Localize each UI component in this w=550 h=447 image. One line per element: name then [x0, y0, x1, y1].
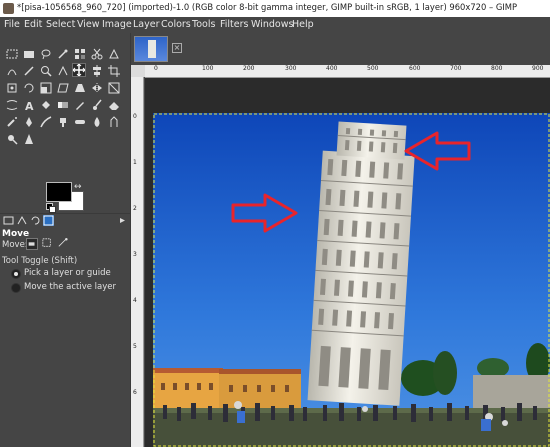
image-tabs-bar: ×	[131, 33, 550, 65]
hruler-label: 900	[532, 65, 544, 72]
menu-layer[interactable]: Layer	[133, 19, 160, 30]
text-icon[interactable]: A	[22, 98, 36, 112]
move-layer-mode-icon[interactable]	[26, 238, 38, 250]
pick-layer-label: Pick a layer or guide	[24, 268, 111, 278]
menu-view[interactable]: View	[77, 19, 100, 30]
close-image-tab-icon[interactable]: ×	[172, 43, 182, 53]
rect-select-icon[interactable]	[5, 47, 19, 61]
menu-help[interactable]: Help	[292, 19, 314, 30]
hruler-label: 300	[285, 65, 297, 72]
menu-image[interactable]: Image	[102, 19, 132, 30]
images-tab-icon[interactable]	[43, 215, 54, 226]
scale-icon[interactable]	[39, 81, 53, 95]
move-active-layer-label: Move the active layer	[24, 282, 117, 292]
fuzzy-select-icon[interactable]	[56, 47, 70, 61]
select-by-color-icon[interactable]	[73, 47, 87, 61]
hruler-label: 0	[154, 65, 158, 72]
hruler-label: 200	[243, 65, 255, 72]
paintbrush-icon[interactable]	[90, 98, 104, 112]
lasso-icon[interactable]	[39, 47, 53, 61]
unified-transform-icon[interactable]	[5, 81, 19, 95]
default-colors-icon[interactable]	[46, 203, 56, 213]
toolbox-panel: A ↔ Move Move: Tool Toggle (Shift) Pick …	[0, 33, 131, 447]
vruler-label: 5	[133, 343, 137, 350]
menu-colors[interactable]: Colors	[161, 19, 191, 30]
swap-colors-icon[interactable]: ↔	[74, 182, 82, 192]
menu-filters[interactable]: Filters	[220, 19, 248, 30]
crop-icon[interactable]	[107, 64, 121, 78]
pencil-icon[interactable]	[73, 98, 87, 112]
move-mode-label: Move:	[2, 240, 28, 250]
menu-windows[interactable]: Windows	[251, 19, 293, 30]
color-picker-icon[interactable]	[22, 64, 36, 78]
svg-text:A: A	[25, 100, 34, 111]
vruler-label: 4	[133, 297, 137, 304]
clone-icon[interactable]	[56, 115, 70, 129]
foreground-color-swatch[interactable]	[46, 182, 72, 202]
window-title: *[pisa-1056568_960_720] (imported)-1.0 (…	[17, 2, 518, 12]
menu-tools[interactable]: Tools	[192, 19, 215, 30]
zoom-icon[interactable]	[39, 64, 53, 78]
scissors-icon[interactable]	[90, 47, 104, 61]
measure-icon[interactable]	[56, 64, 70, 78]
perspective-icon[interactable]	[73, 81, 87, 95]
mypaint-brush-icon[interactable]	[39, 115, 53, 129]
hruler-label: 700	[450, 65, 462, 72]
ellipse-select-icon[interactable]	[22, 47, 36, 61]
sharpen-icon[interactable]	[22, 132, 36, 146]
dock-tabs	[0, 213, 130, 228]
pisa-tower-photo	[153, 113, 550, 447]
move-path-mode-icon[interactable]	[58, 238, 70, 250]
gradient-icon[interactable]	[56, 98, 70, 112]
eraser-icon[interactable]	[107, 98, 121, 112]
vruler-label: 0	[133, 113, 137, 120]
vruler-label: 6	[133, 389, 137, 396]
color-swatches: ↔	[46, 182, 86, 214]
move-selection-mode-icon[interactable]	[42, 238, 54, 250]
hruler-label: 500	[367, 65, 379, 72]
image-canvas[interactable]	[153, 113, 550, 447]
menu-file[interactable]: File	[4, 19, 20, 30]
tool-options-tab-icon[interactable]	[3, 215, 14, 226]
airbrush-icon[interactable]	[5, 115, 19, 129]
tool-toggle-label: Tool Toggle (Shift)	[2, 256, 78, 266]
hruler-label: 600	[409, 65, 421, 72]
gimp-app-icon	[3, 3, 14, 14]
ruler-corner[interactable]	[131, 65, 145, 77]
vertical-ruler[interactable]: 0 1 2 3 4 5 6	[131, 77, 144, 447]
move-active-layer-radio[interactable]	[11, 283, 21, 293]
vruler-label: 2	[133, 205, 137, 212]
hruler-label: 800	[491, 65, 503, 72]
hruler-label: 400	[326, 65, 338, 72]
menu-select[interactable]: Select	[46, 19, 75, 30]
vruler-label: 3	[133, 251, 137, 258]
cage-icon[interactable]	[107, 81, 121, 95]
device-status-tab-icon[interactable]	[17, 215, 28, 226]
shear-icon[interactable]	[56, 81, 70, 95]
hruler-label: 100	[202, 65, 214, 72]
foreground-select-icon[interactable]	[107, 47, 121, 61]
menu-bar: File Edit Select View Image Layer Colors…	[0, 17, 550, 33]
title-bar: *[pisa-1056568_960_720] (imported)-1.0 (…	[0, 0, 550, 18]
move-tool-icon[interactable]	[72, 63, 86, 77]
image-tab-thumbnail[interactable]	[134, 36, 168, 62]
bucket-fill-icon[interactable]	[39, 98, 53, 112]
heal-icon[interactable]	[73, 115, 87, 129]
rotate-icon[interactable]	[22, 81, 36, 95]
horizontal-ruler[interactable]: 0 100 200 300 400 500 600 700 800 900	[145, 65, 550, 78]
flip-icon[interactable]	[90, 81, 104, 95]
smudge-icon[interactable]	[107, 115, 121, 129]
dodge-burn-icon[interactable]	[5, 132, 19, 146]
menu-edit[interactable]: Edit	[24, 19, 42, 30]
pick-layer-radio[interactable]	[11, 269, 21, 279]
vruler-label: 1	[133, 159, 137, 166]
undo-history-tab-icon[interactable]	[30, 215, 41, 226]
dock-menu-icon[interactable]	[117, 215, 128, 226]
blur-icon[interactable]	[90, 115, 104, 129]
ink-icon[interactable]	[22, 115, 36, 129]
paths-icon[interactable]	[5, 64, 19, 78]
warp-icon[interactable]	[5, 98, 19, 112]
align-icon[interactable]	[90, 64, 104, 78]
